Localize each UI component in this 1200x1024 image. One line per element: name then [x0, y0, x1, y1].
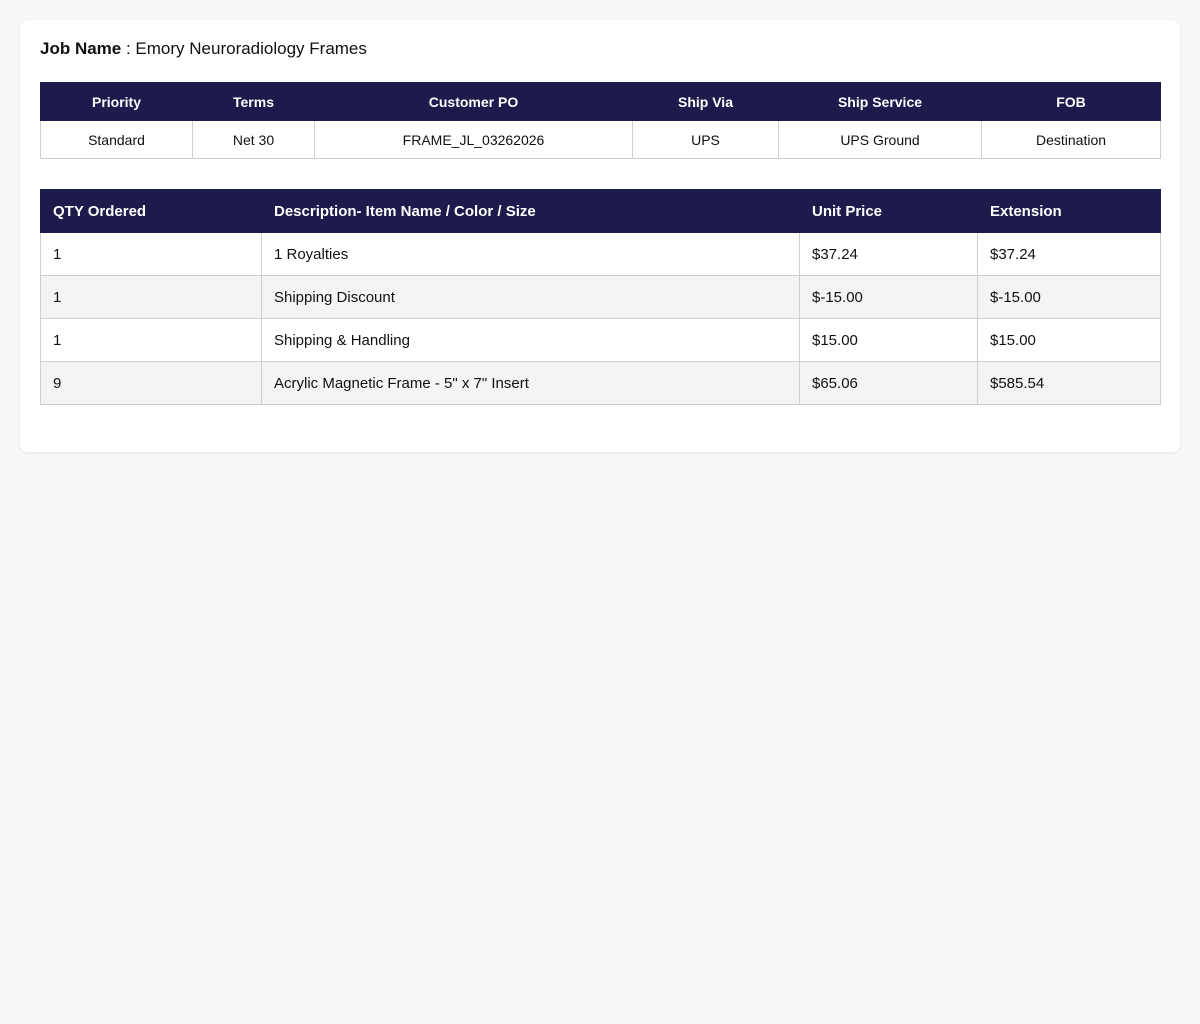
cell-description: Shipping & Handling	[261, 318, 800, 362]
line-items-header-row: QTY Ordered Description- Item Name / Col…	[40, 189, 1161, 233]
value-fob: Destination	[981, 120, 1161, 159]
cell-qty: 1	[40, 318, 262, 362]
header-unit-price: Unit Price	[799, 189, 978, 233]
job-name-label: Job Name	[40, 39, 122, 58]
cell-extension: $585.54	[977, 361, 1161, 405]
value-ship-service: UPS Ground	[778, 120, 982, 159]
order-info-value-row: Standard Net 30 FRAME_JL_03262026 UPS UP…	[40, 120, 1161, 159]
order-info-header-row: Priority Terms Customer PO Ship Via Ship…	[40, 82, 1161, 121]
job-name-separator: :	[121, 39, 136, 58]
cell-qty: 9	[40, 361, 262, 405]
job-name-value: Emory Neuroradiology Frames	[135, 39, 367, 58]
table-row: 1 Shipping & Handling $15.00 $15.00	[40, 318, 1161, 362]
cell-description: Shipping Discount	[261, 275, 800, 319]
cell-unit-price: $37.24	[799, 232, 978, 276]
value-ship-via: UPS	[632, 120, 779, 159]
cell-extension: $37.24	[977, 232, 1161, 276]
header-ship-via: Ship Via	[632, 82, 779, 121]
cell-qty: 1	[40, 232, 262, 276]
cell-qty: 1	[40, 275, 262, 319]
order-info-table: Priority Terms Customer PO Ship Via Ship…	[40, 82, 1161, 159]
table-row: 1 Shipping Discount $-15.00 $-15.00	[40, 275, 1161, 319]
header-customer-po: Customer PO	[314, 82, 633, 121]
header-description: Description- Item Name / Color / Size	[261, 189, 800, 233]
cell-extension: $-15.00	[977, 275, 1161, 319]
table-row: 9 Acrylic Magnetic Frame - 5" x 7" Inser…	[40, 361, 1161, 405]
cell-description: 1 Royalties	[261, 232, 800, 276]
value-priority: Standard	[40, 120, 193, 159]
header-fob: FOB	[981, 82, 1161, 121]
cell-unit-price: $65.06	[799, 361, 978, 405]
header-qty-ordered: QTY Ordered	[40, 189, 262, 233]
value-terms: Net 30	[192, 120, 315, 159]
job-name-line: Job Name : Emory Neuroradiology Frames	[40, 38, 1160, 60]
cell-description: Acrylic Magnetic Frame - 5" x 7" Insert	[261, 361, 800, 405]
header-ship-service: Ship Service	[778, 82, 982, 121]
header-terms: Terms	[192, 82, 315, 121]
order-card: Job Name : Emory Neuroradiology Frames P…	[20, 20, 1180, 452]
cell-unit-price: $15.00	[799, 318, 978, 362]
value-customer-po: FRAME_JL_03262026	[314, 120, 633, 159]
cell-unit-price: $-15.00	[799, 275, 978, 319]
header-priority: Priority	[40, 82, 193, 121]
line-items-table: QTY Ordered Description- Item Name / Col…	[40, 189, 1161, 405]
header-extension: Extension	[977, 189, 1161, 233]
cell-extension: $15.00	[977, 318, 1161, 362]
table-row: 1 1 Royalties $37.24 $37.24	[40, 232, 1161, 276]
